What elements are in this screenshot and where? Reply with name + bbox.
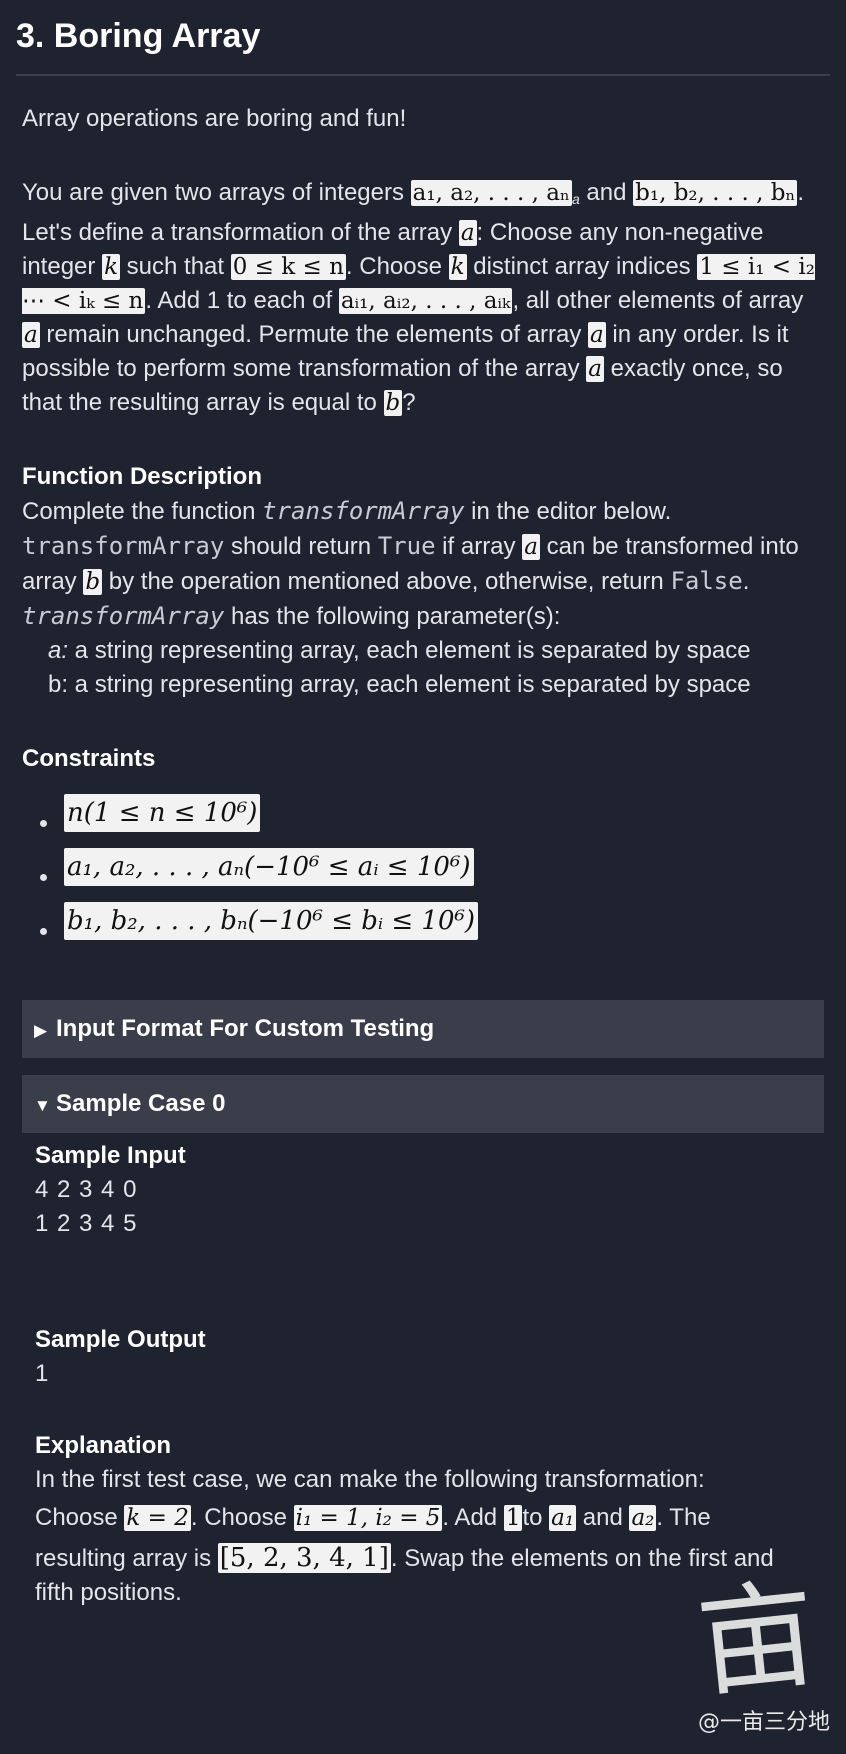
math-a: a <box>586 356 604 382</box>
text: has the following parameter(s): <box>224 603 561 630</box>
sample-input-heading: Sample Input <box>35 1142 186 1169</box>
math-selected-elements: aᵢ₁, aᵢ₂, . . . , aᵢₖ <box>338 288 513 314</box>
math-a: a <box>588 322 606 348</box>
text: Choose <box>35 1504 125 1531</box>
function-description-heading: Function Description <box>22 463 262 490</box>
false-literal: False <box>670 567 743 595</box>
text: . Add <box>442 1504 504 1531</box>
sample-output-value: 1 <box>35 1360 50 1387</box>
problem-statement: You are given two arrays of integers a₁,… <box>22 176 824 420</box>
true-literal: True <box>377 532 436 560</box>
caret-down-icon: ▼ <box>34 1096 51 1115</box>
function-description-line-1: Complete the function transformArray in … <box>22 494 824 529</box>
math-b: b <box>383 390 403 416</box>
constraint-math: a₁, a₂, . . . , aₙ(−10⁶ ≤ aᵢ ≤ 10⁶) <box>64 848 474 886</box>
text: should return <box>224 533 378 560</box>
statement-text: . Add 1 to each of <box>145 287 339 314</box>
watermark-text: @一亩三分地 <box>697 1710 830 1735</box>
math-a: a <box>22 322 40 348</box>
function-name-code: transformArray <box>22 602 225 630</box>
constraints-list: n(1 ≤ n ≤ 10⁶) a₁, a₂, . . . , aₙ(−10⁶ ≤… <box>22 794 824 942</box>
constraint-math: b₁, b₂, . . . , bₙ(−10⁶ ≤ bᵢ ≤ 10⁶) <box>64 902 479 940</box>
sample-output-heading: Sample Output <box>35 1326 206 1353</box>
text: Complete the function <box>22 498 263 525</box>
input-format-toggle[interactable]: ▶ Input Format For Custom Testing <box>22 1000 824 1058</box>
math-a-tail: a <box>571 191 580 207</box>
function-description-line-3: transformArray has the following paramet… <box>22 599 824 634</box>
title-divider <box>16 74 830 76</box>
function-name-code: transformArray <box>22 532 225 560</box>
statement-text: . Choose <box>345 253 449 280</box>
constraint-item: b₁, b₂, . . . , bₙ(−10⁶ ≤ bᵢ ≤ 10⁶) <box>22 902 824 942</box>
sample-case-label: Sample Case 0 <box>56 1090 226 1117</box>
math-a: a <box>458 220 477 246</box>
problem-page: 3. Boring Array Array operations are bor… <box>0 0 846 1610</box>
math-a2: a₂ <box>629 1505 657 1531</box>
caret-right-icon: ▶ <box>34 1021 48 1040</box>
math-a: a <box>522 534 540 560</box>
math-k-range: 0 ≤ k ≤ n <box>230 254 346 280</box>
text: resulting array is <box>35 1545 218 1572</box>
explanation-line-2: Choose k = 2. Choose i₁ = 1, i₂ = 5. Add… <box>35 1501 811 1535</box>
statement-text: distinct array indices <box>466 253 698 280</box>
text: . Swap the elements on the first and <box>390 1545 774 1572</box>
statement-text: You are given two arrays of integers <box>22 179 411 206</box>
text: . <box>742 568 750 595</box>
problem-title: 3. Boring Array <box>16 17 261 55</box>
input-format-label: Input Format For Custom Testing <box>56 1015 435 1042</box>
statement-text: such that <box>120 253 231 280</box>
text: and <box>576 1504 630 1531</box>
function-description-line-2: transformArray should return True if arr… <box>22 529 824 599</box>
math-array-a: a₁, a₂, . . . , aₙ <box>410 180 572 206</box>
constraint-item: a₁, a₂, . . . , aₙ(−10⁶ ≤ aᵢ ≤ 10⁶) <box>22 848 824 888</box>
math-k-eq: k = 2 <box>124 1505 191 1531</box>
param-a: a: a string representing array, each ele… <box>22 634 824 668</box>
param-a-name: a: <box>48 637 69 664</box>
text: in the editor below. <box>464 498 672 525</box>
math-result-array: [5, 2, 3, 4, 1] <box>217 1543 391 1573</box>
statement-text: and <box>579 179 634 206</box>
sample-input-line: 1 2 3 4 5 <box>35 1210 138 1237</box>
constraint-math: n(1 ≤ n ≤ 10⁶) <box>64 794 261 832</box>
text: to <box>522 1504 550 1531</box>
constraint-item: n(1 ≤ n ≤ 10⁶) <box>22 794 824 834</box>
explanation-heading: Explanation <box>35 1432 172 1459</box>
text: if array <box>435 533 523 560</box>
math-one: 1 <box>503 1505 523 1531</box>
param-a-description: a string representing array, each elemen… <box>68 637 751 664</box>
math-b: b <box>83 569 103 595</box>
statement-text: , all other elements of array <box>512 287 804 314</box>
text: . Choose <box>190 1504 294 1531</box>
math-indices-eq: i₁ = 1, i₂ = 5 <box>293 1505 443 1531</box>
watermark-logo: 亩 <box>691 1564 823 1714</box>
math-k: k <box>102 254 120 280</box>
text: . The <box>656 1504 711 1531</box>
sample-case-body: Sample Input 4 2 3 4 0 1 2 3 4 5 Sample … <box>0 1139 846 1610</box>
problem-content: Array operations are boring and fun! You… <box>0 102 846 942</box>
statement-text: remain unchanged. Permute the elements o… <box>39 321 589 348</box>
intro-text: Array operations are boring and fun! <box>22 105 407 132</box>
statement-text: ? <box>402 389 416 416</box>
explanation-line-1: In the first test case, we can make the … <box>35 1466 705 1493</box>
sample-case-toggle[interactable]: ▼ Sample Case 0 <box>22 1075 824 1133</box>
explanation-line-3: resulting array is [5, 2, 3, 4, 1]. Swap… <box>35 1541 811 1576</box>
text: by the operation mentioned above, otherw… <box>102 568 671 595</box>
param-b: b: a string representing array, each ele… <box>48 671 751 698</box>
sample-input-line: 4 2 3 4 0 <box>35 1176 138 1203</box>
math-a1: a₁ <box>549 1505 577 1531</box>
function-name-code: transformArray <box>262 497 465 525</box>
math-k: k <box>448 254 467 280</box>
math-array-b: b₁, b₂, . . . , bₙ <box>633 180 798 206</box>
constraints-heading: Constraints <box>22 745 156 772</box>
